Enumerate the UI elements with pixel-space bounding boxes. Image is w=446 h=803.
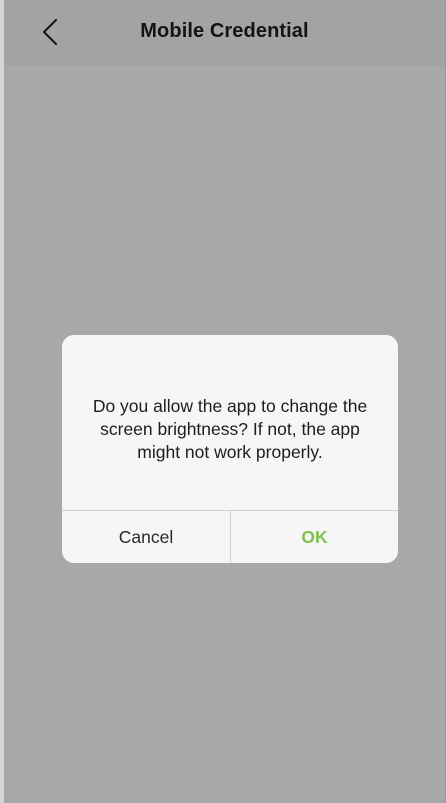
ok-button[interactable]: OK xyxy=(231,511,398,563)
mobile-screen: Mobile Credential Do you allow the app t… xyxy=(0,0,446,803)
page-title: Mobile Credential xyxy=(140,20,309,42)
dialog-message: Do you allow the app to change the scree… xyxy=(92,396,368,462)
app-header: Mobile Credential xyxy=(4,0,445,66)
cancel-button[interactable]: Cancel xyxy=(62,511,230,563)
brightness-permission-dialog: Do you allow the app to change the scree… xyxy=(62,335,398,563)
